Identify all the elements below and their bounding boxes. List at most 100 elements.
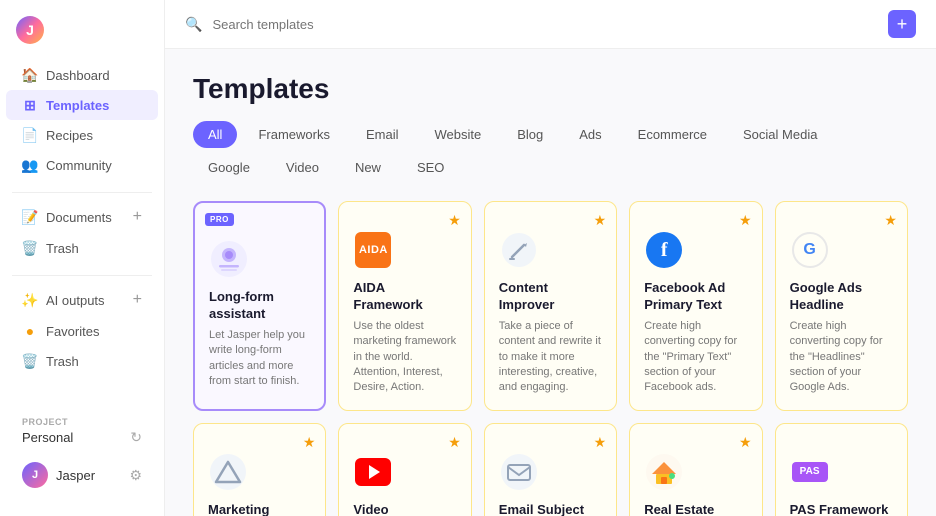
star-icon-content: ★ bbox=[594, 212, 607, 229]
template-card-long-form[interactable]: PRO Long-form assistant Let Jasper help … bbox=[193, 201, 326, 411]
filter-tab-frameworks[interactable]: Frameworks bbox=[243, 121, 345, 148]
templates-icon: ⊞ bbox=[22, 97, 38, 113]
filter-tab-blog[interactable]: Blog bbox=[502, 121, 558, 148]
favorites-icon: ● bbox=[22, 323, 38, 339]
user-name-label: Jasper bbox=[56, 468, 121, 483]
filter-tab-all[interactable]: All bbox=[193, 121, 237, 148]
pro-badge: PRO bbox=[205, 213, 234, 226]
email-icon bbox=[499, 452, 539, 492]
sidebar-item-trash[interactable]: 🗑️ Trash bbox=[6, 233, 158, 263]
card-desc-aida: Use the oldest marketing framework in th… bbox=[353, 319, 456, 396]
filter-tab-video[interactable]: Video bbox=[271, 154, 334, 181]
search-input[interactable] bbox=[212, 17, 878, 32]
star-icon-google: ★ bbox=[884, 212, 897, 229]
template-card-content-improver[interactable]: ★ Content Improver Take a piece of conte… bbox=[484, 201, 617, 411]
sidebar: J 🏠 Dashboard ⊞ Templates 📄 Recipes 👥 Co… bbox=[0, 0, 165, 516]
filter-tab-ecommerce[interactable]: Ecommerce bbox=[623, 121, 722, 148]
sidebar-item-favorites[interactable]: ● Favorites bbox=[6, 316, 158, 346]
card-title-marketing-angles: Marketing Angles bbox=[208, 502, 311, 516]
card-title-google-ads: Google Ads Headline bbox=[790, 280, 893, 314]
new-button[interactable]: + bbox=[888, 10, 916, 38]
card-title-content-improver: Content Improver bbox=[499, 280, 602, 314]
sidebar-item-ai-outputs[interactable]: ✨ AI outputs + bbox=[6, 284, 158, 316]
add-output-icon[interactable]: + bbox=[133, 291, 142, 309]
youtube-icon bbox=[353, 452, 393, 492]
sidebar-label-documents: Documents bbox=[46, 210, 125, 225]
recipes-icon: 📄 bbox=[22, 127, 38, 143]
sidebar-item-recipes[interactable]: 📄 Recipes bbox=[6, 120, 158, 150]
sidebar-label-trash: Trash bbox=[46, 241, 142, 256]
topbar: 🔍 + bbox=[165, 0, 936, 49]
filter-tab-new[interactable]: New bbox=[340, 154, 396, 181]
trash-icon: 🗑️ bbox=[22, 240, 38, 256]
filter-tab-social-media[interactable]: Social Media bbox=[728, 121, 832, 148]
main-content: 🔍 + Templates All Frameworks Email Websi… bbox=[165, 0, 936, 516]
star-icon-marketing: ★ bbox=[303, 434, 316, 451]
sidebar-item-community[interactable]: 👥 Community bbox=[6, 150, 158, 180]
template-card-google-ads[interactable]: ★ G Google Ads Headline Create high conv… bbox=[775, 201, 908, 411]
gear-icon[interactable]: ⚙ bbox=[129, 467, 142, 484]
template-card-email-subject[interactable]: ★ Email Subject Lines Write compelling e… bbox=[484, 423, 617, 516]
card-desc-google-ads: Create high converting copy for the "Hea… bbox=[790, 319, 893, 396]
sidebar-divider-2 bbox=[12, 275, 152, 276]
sidebar-label-ai-outputs: AI outputs bbox=[46, 293, 125, 308]
star-icon-facebook: ★ bbox=[739, 212, 752, 229]
sidebar-label-recipes: Recipes bbox=[46, 128, 142, 143]
card-desc-facebook: Create high converting copy for the "Pri… bbox=[644, 319, 747, 396]
star-icon-real-estate: ★ bbox=[739, 434, 752, 451]
star-icon-video: ★ bbox=[448, 434, 461, 451]
user-avatar: J bbox=[22, 462, 48, 488]
sidebar-logo: J bbox=[0, 12, 164, 60]
sidebar-label-community: Community bbox=[46, 158, 142, 173]
sidebar-outputs-nav: ✨ AI outputs + ● Favorites 🗑️ Trash bbox=[0, 284, 164, 376]
sidebar-item-dashboard[interactable]: 🏠 Dashboard bbox=[6, 60, 158, 90]
sidebar-divider-1 bbox=[12, 192, 152, 193]
search-icon: 🔍 bbox=[185, 16, 202, 33]
filter-tab-website[interactable]: Website bbox=[419, 121, 496, 148]
project-refresh-icon[interactable]: ↻ bbox=[130, 429, 142, 446]
sidebar-label-trash2: Trash bbox=[46, 354, 142, 369]
project-section: PROJECT Personal ↻ bbox=[6, 413, 158, 454]
sidebar-item-trash2[interactable]: 🗑️ Trash bbox=[6, 346, 158, 376]
template-card-facebook[interactable]: ★ f Facebook Ad Primary Text Create high… bbox=[629, 201, 762, 411]
pencil-icon bbox=[499, 230, 539, 270]
app-logo: J bbox=[16, 16, 44, 44]
aida-icon: AIDA bbox=[353, 230, 393, 270]
house-icon bbox=[644, 452, 684, 492]
card-title-email-subject: Email Subject Lines bbox=[499, 502, 602, 516]
trash2-icon: 🗑️ bbox=[22, 353, 38, 369]
sidebar-item-templates[interactable]: ⊞ Templates bbox=[6, 90, 158, 120]
sidebar-item-documents[interactable]: 📝 Documents + bbox=[6, 201, 158, 233]
longform-icon bbox=[209, 239, 249, 279]
sidebar-label-dashboard: Dashboard bbox=[46, 68, 142, 83]
filter-tab-google[interactable]: Google bbox=[193, 154, 265, 181]
filter-tab-ads[interactable]: Ads bbox=[564, 121, 616, 148]
template-card-real-estate[interactable]: ★ Real Estate Listing - Residential Crea… bbox=[629, 423, 762, 516]
card-title-pas: PAS Framework bbox=[790, 502, 893, 516]
google-icon: G bbox=[790, 230, 830, 270]
filter-tab-email[interactable]: Email bbox=[351, 121, 414, 148]
add-document-icon[interactable]: + bbox=[133, 208, 142, 226]
star-icon-aida: ★ bbox=[448, 212, 461, 229]
ai-outputs-icon: ✨ bbox=[22, 292, 38, 308]
template-card-marketing-angles[interactable]: ★ Marketing Angles Brainstorm different … bbox=[193, 423, 326, 516]
dashboard-icon: 🏠 bbox=[22, 67, 38, 83]
sidebar-label-favorites: Favorites bbox=[46, 324, 142, 339]
user-row[interactable]: J Jasper ⚙ bbox=[12, 454, 152, 496]
card-title-real-estate: Real Estate Listing - Residential bbox=[644, 502, 747, 516]
card-desc-content-improver: Take a piece of content and rewrite it t… bbox=[499, 319, 602, 396]
filter-tabs: All Frameworks Email Website Blog Ads Ec… bbox=[193, 121, 908, 181]
template-card-aida[interactable]: ★ AIDA AIDA Framework Use the oldest mar… bbox=[338, 201, 471, 411]
template-card-video-desc[interactable]: ★ Video Description - YouTube Create uni… bbox=[338, 423, 471, 516]
sidebar-docs-nav: 📝 Documents + 🗑️ Trash bbox=[0, 201, 164, 263]
documents-icon: 📝 bbox=[22, 209, 38, 225]
facebook-icon: f bbox=[644, 230, 684, 270]
sidebar-label-templates: Templates bbox=[46, 98, 142, 113]
community-icon: 👥 bbox=[22, 157, 38, 173]
filter-tab-seo[interactable]: SEO bbox=[402, 154, 459, 181]
card-title-facebook: Facebook Ad Primary Text bbox=[644, 280, 747, 314]
template-card-pas[interactable]: PAS PAS Framework Problem-Agitate-Soluti… bbox=[775, 423, 908, 516]
triangle-icon bbox=[208, 452, 248, 492]
star-icon-email: ★ bbox=[594, 434, 607, 451]
pas-icon: PAS bbox=[790, 452, 830, 492]
